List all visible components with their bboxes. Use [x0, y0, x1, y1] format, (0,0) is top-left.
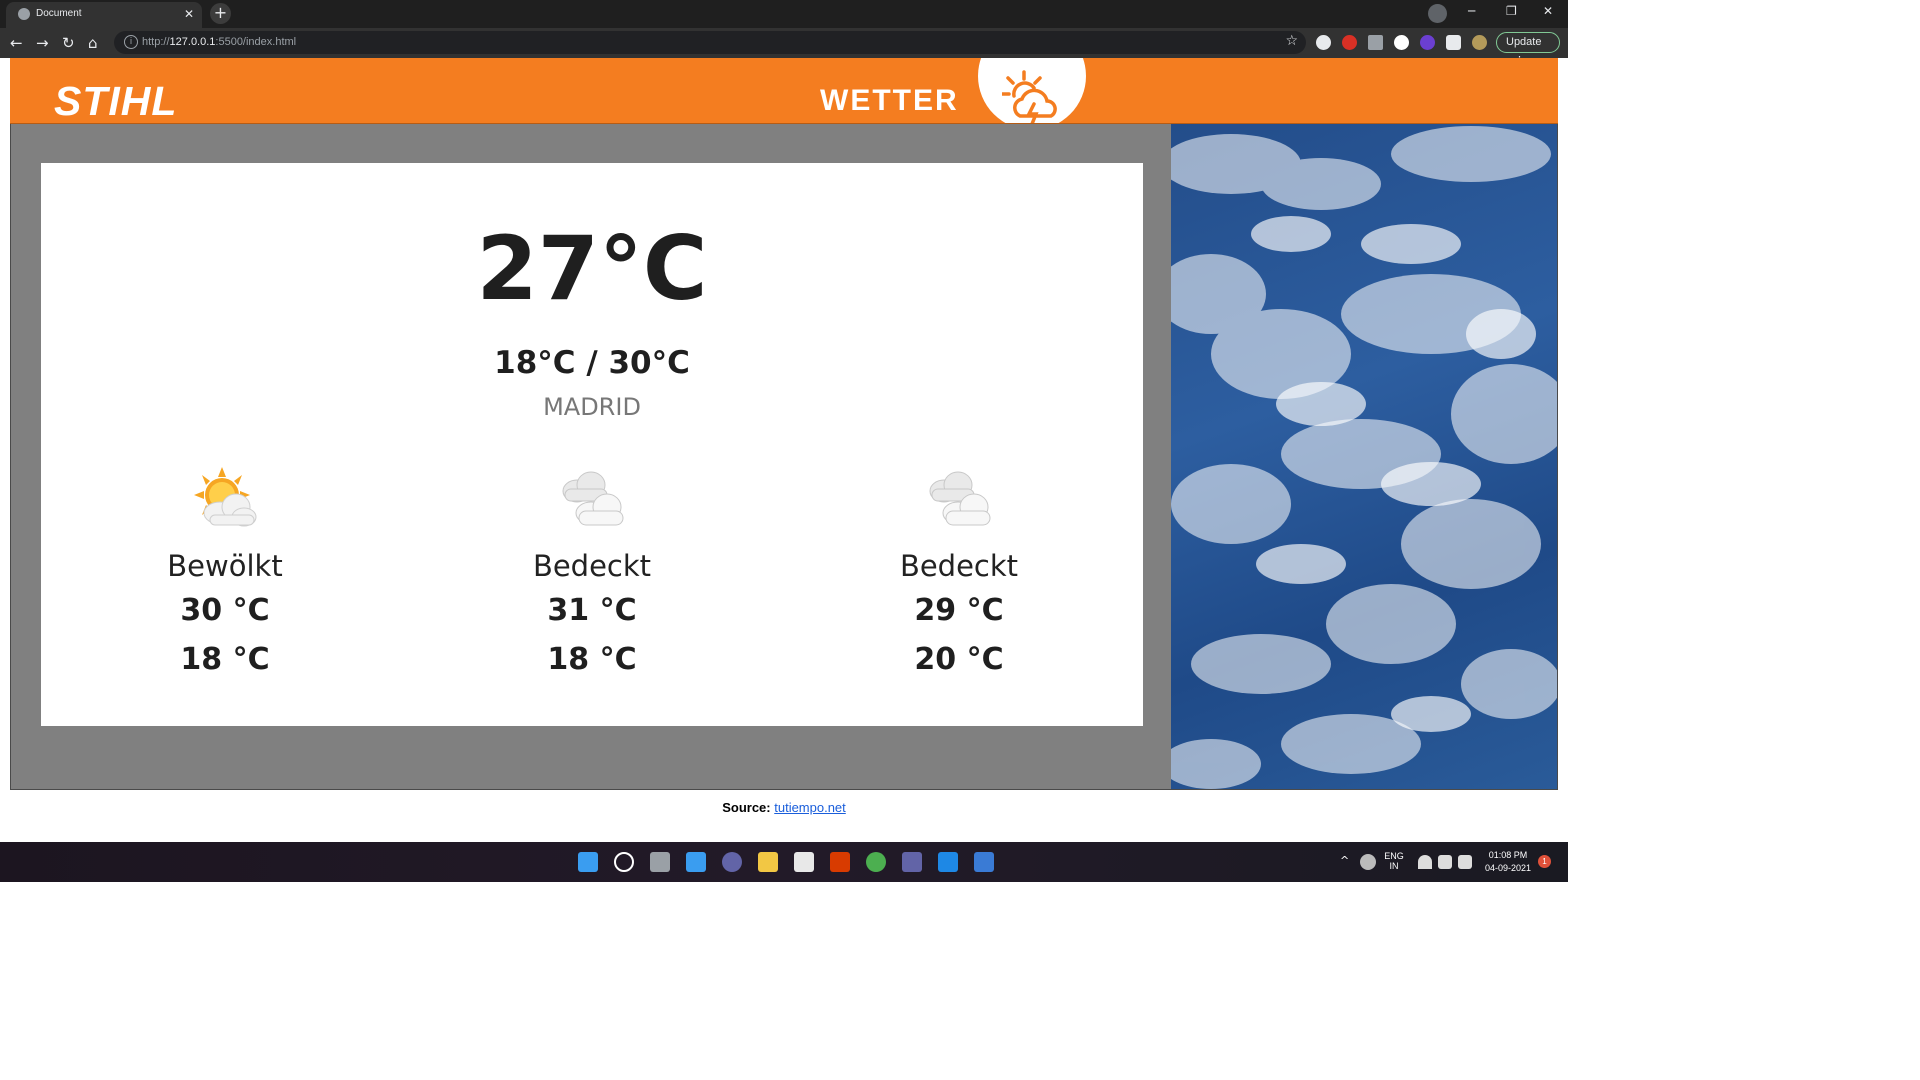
forecast-day-3: Bedeckt 29 °C 20 °C — [829, 463, 1089, 680]
low-temperature: 18 °C — [180, 641, 270, 677]
restore-button[interactable]: ❐ — [1506, 4, 1517, 18]
task-view-icon[interactable] — [650, 852, 670, 872]
current-temperature: 27°C — [476, 217, 708, 320]
source-label: Source: — [722, 800, 771, 815]
puzzle-icon[interactable] — [1446, 35, 1461, 50]
chevron-up-icon[interactable]: ^ — [1340, 854, 1360, 874]
partly-cloudy-sun-icon — [194, 467, 257, 527]
speaker-icon[interactable] — [1438, 855, 1452, 869]
bookmark-star-icon[interactable]: ☆ — [1285, 33, 1298, 49]
search-icon[interactable] — [614, 852, 634, 872]
globe-icon — [18, 8, 30, 20]
condition-label: Bedeckt — [899, 549, 1019, 583]
high-temperature: 30 °C — [180, 593, 270, 628]
vscode-icon[interactable] — [938, 852, 958, 872]
update-button[interactable]: Update ⋮ — [1496, 32, 1560, 67]
forward-arrow-icon[interactable]: → — [36, 33, 49, 53]
start-icon[interactable] — [578, 852, 598, 872]
site-header: STIHL WETTER — [10, 58, 1558, 124]
extension-icon[interactable] — [1394, 35, 1409, 50]
avatar[interactable] — [1472, 35, 1487, 50]
browser-toolbar: ← → ↻ ⌂ i http://127.0.0.1:5500/index.ht… — [0, 28, 1568, 67]
teams-icon[interactable] — [902, 852, 922, 872]
back-arrow-icon[interactable]: ← — [10, 33, 23, 53]
office-icon[interactable] — [830, 852, 850, 872]
profile-icon[interactable] — [1428, 4, 1447, 23]
condition-label: Bedeckt — [532, 549, 652, 583]
high-temperature: 31 °C — [547, 593, 637, 628]
battery-icon[interactable] — [1458, 855, 1472, 869]
chrome-icon[interactable] — [866, 852, 886, 872]
extension-icon[interactable] — [1420, 35, 1435, 50]
condition-label: Bewölkt — [167, 549, 283, 583]
temperature-range: 18°C / 30°C — [494, 345, 690, 381]
tab-document[interactable]: Document ✕ — [6, 2, 202, 28]
extension-icon[interactable] — [1342, 35, 1357, 50]
windows-taskbar: ^ ENG IN 01:08 PM 04-09-2021 — [0, 842, 1568, 882]
source-link[interactable]: tutiempo.net — [774, 800, 846, 815]
extension-icon[interactable] — [1368, 35, 1383, 50]
store-icon[interactable] — [794, 852, 814, 872]
address-bar[interactable]: i http://127.0.0.1:5500/index.html ☆ — [114, 31, 1306, 54]
widgets-icon[interactable] — [686, 852, 706, 872]
tab-close-button[interactable]: ✕ — [184, 7, 194, 21]
language-indicator[interactable]: ENG IN — [1380, 851, 1408, 871]
extension-icon[interactable] — [1316, 35, 1331, 50]
wetter-title: WETTER — [820, 84, 959, 117]
minimize-button[interactable]: ─ — [1468, 4, 1475, 18]
clock[interactable]: 01:08 PM 04-09-2021 — [1478, 850, 1538, 873]
low-temperature: 20 °C — [914, 641, 1004, 677]
source-credit: Source: tutiempo.net — [0, 800, 1568, 815]
main-panel: 27°C 18°C / 30°C MADRID Bewölkt 30 °C 18… — [10, 124, 1171, 790]
info-icon[interactable]: i — [124, 35, 138, 49]
cloud-photo-image — [1171, 126, 1557, 789]
overcast-clouds-icon — [929, 471, 991, 526]
forecast-day-2: Bedeckt 31 °C 18 °C — [462, 463, 722, 680]
sky-photo — [1171, 124, 1558, 790]
new-tab-button[interactable]: + — [210, 3, 231, 24]
weather-card: 27°C 18°C / 30°C MADRID Bewölkt 30 °C 18… — [41, 163, 1143, 726]
file-explorer-icon[interactable] — [758, 852, 778, 872]
todo-icon[interactable] — [974, 852, 994, 872]
wifi-icon[interactable] — [1418, 855, 1432, 869]
chat-icon[interactable] — [722, 852, 742, 872]
url-text[interactable]: http://127.0.0.1:5500/index.html — [142, 36, 296, 48]
reload-icon[interactable]: ↻ — [62, 33, 75, 53]
sync-icon[interactable] — [1360, 854, 1376, 870]
forecast-day-1: Bewölkt 30 °C 18 °C — [95, 463, 355, 680]
weather-badge — [978, 58, 1086, 123]
stihl-logo[interactable]: STIHL — [54, 78, 177, 123]
home-icon[interactable]: ⌂ — [88, 33, 98, 53]
sun-storm-cloud-icon — [1002, 70, 1057, 123]
overcast-clouds-icon — [562, 471, 624, 526]
high-temperature: 29 °C — [914, 593, 1004, 628]
city-name: MADRID — [543, 393, 641, 421]
close-window-button[interactable]: ✕ — [1543, 4, 1553, 18]
browser-tab-bar: Document ✕ + ─ ❐ ✕ — [0, 0, 1568, 28]
low-temperature: 18 °C — [547, 641, 637, 677]
notification-badge[interactable]: 1 — [1538, 855, 1551, 868]
tab-title: Document — [36, 8, 82, 19]
